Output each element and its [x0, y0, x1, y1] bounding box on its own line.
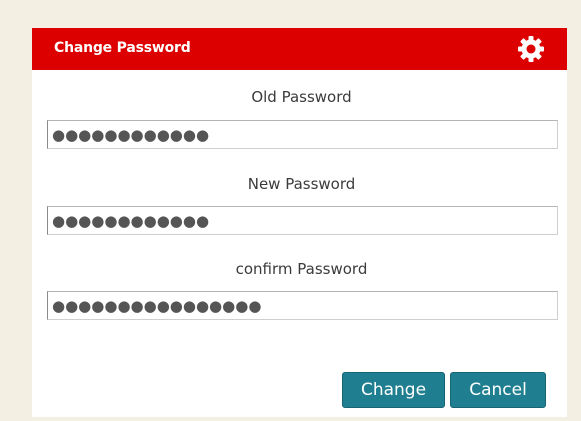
dialog-header: Change Password: [32, 28, 567, 70]
new-password-label: New Password: [247, 175, 356, 193]
confirm-password-value: ●●●●●●●●●●●●●●●●: [52, 297, 262, 315]
confirm-password-label: confirm Password: [235, 260, 368, 278]
new-password-field[interactable]: ●●●●●●●●●●●●: [47, 206, 558, 235]
change-button[interactable]: Change: [342, 372, 445, 408]
old-password-label: Old Password: [251, 88, 352, 106]
cancel-button[interactable]: Cancel: [450, 372, 546, 408]
change-password-dialog: Change Password Old Password ●●●●●●●●●●●…: [32, 28, 567, 417]
dialog-title: Change Password: [54, 40, 191, 56]
gear-icon[interactable]: [516, 34, 546, 64]
old-password-value: ●●●●●●●●●●●●: [52, 126, 210, 144]
confirm-password-field[interactable]: ●●●●●●●●●●●●●●●●: [47, 291, 558, 320]
old-password-field[interactable]: ●●●●●●●●●●●●: [47, 120, 558, 149]
new-password-value: ●●●●●●●●●●●●: [52, 212, 210, 230]
